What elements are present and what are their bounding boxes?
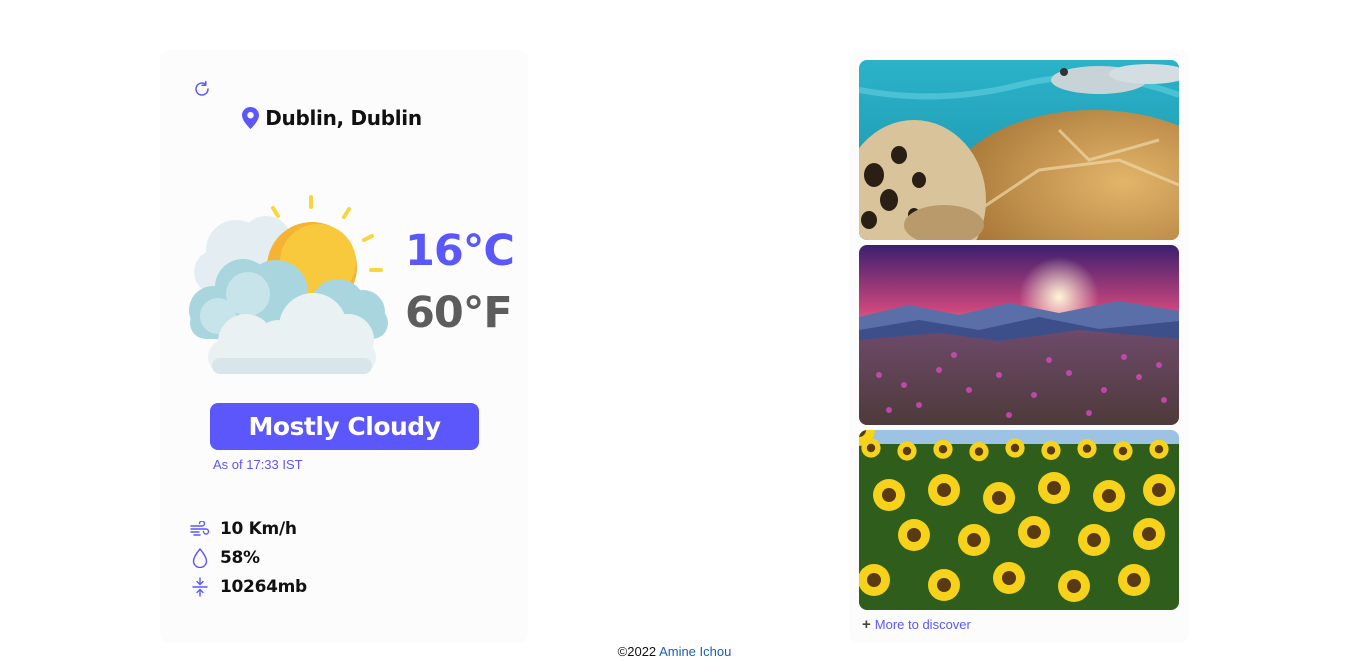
wind-icon [190, 519, 210, 539]
more-to-discover-link[interactable]: + More to discover [862, 616, 971, 633]
pressure-stat: 10264mb [190, 572, 307, 601]
humidity-value: 58% [220, 547, 260, 568]
temperature-fahrenheit: 60°F [405, 288, 513, 338]
location-name: Dublin, Dublin [265, 106, 422, 130]
wind-value: 10 Km/h [220, 518, 297, 539]
more-to-discover-label: More to discover [874, 617, 971, 632]
mountain-sunset-photo[interactable] [859, 245, 1179, 425]
pressure-value: 10264mb [220, 576, 307, 597]
weather-stats: 10 Km/h 58% 10264mb [190, 514, 307, 601]
droplet-icon [190, 547, 210, 568]
image-gallery: + More to discover [849, 50, 1189, 643]
copyright-text: ©2022 [617, 644, 657, 659]
location-pin-icon [242, 107, 260, 129]
mostly-cloudy-icon [188, 192, 392, 374]
sea-turtle-photo[interactable] [859, 60, 1179, 240]
author-link[interactable]: Amine Ichou [659, 644, 731, 659]
location: Dublin, Dublin [148, 106, 516, 130]
sunflower-field-photo[interactable] [859, 430, 1179, 610]
wind-stat: 10 Km/h [190, 514, 307, 543]
refresh-icon [195, 80, 209, 96]
pressure-icon [190, 576, 210, 597]
footer: ©2022 Amine Ichou [0, 644, 1349, 659]
humidity-stat: 58% [190, 543, 307, 572]
temperature-celsius: 16°C [405, 226, 515, 276]
weather-card: Dublin, Dublin 16°C 60°F Mostly Cloudy A… [160, 50, 528, 643]
condition-button[interactable]: Mostly Cloudy [210, 403, 479, 450]
refresh-button[interactable] [191, 78, 213, 100]
plus-icon: + [862, 616, 871, 633]
last-updated-time: As of 17:33 IST [213, 457, 303, 472]
